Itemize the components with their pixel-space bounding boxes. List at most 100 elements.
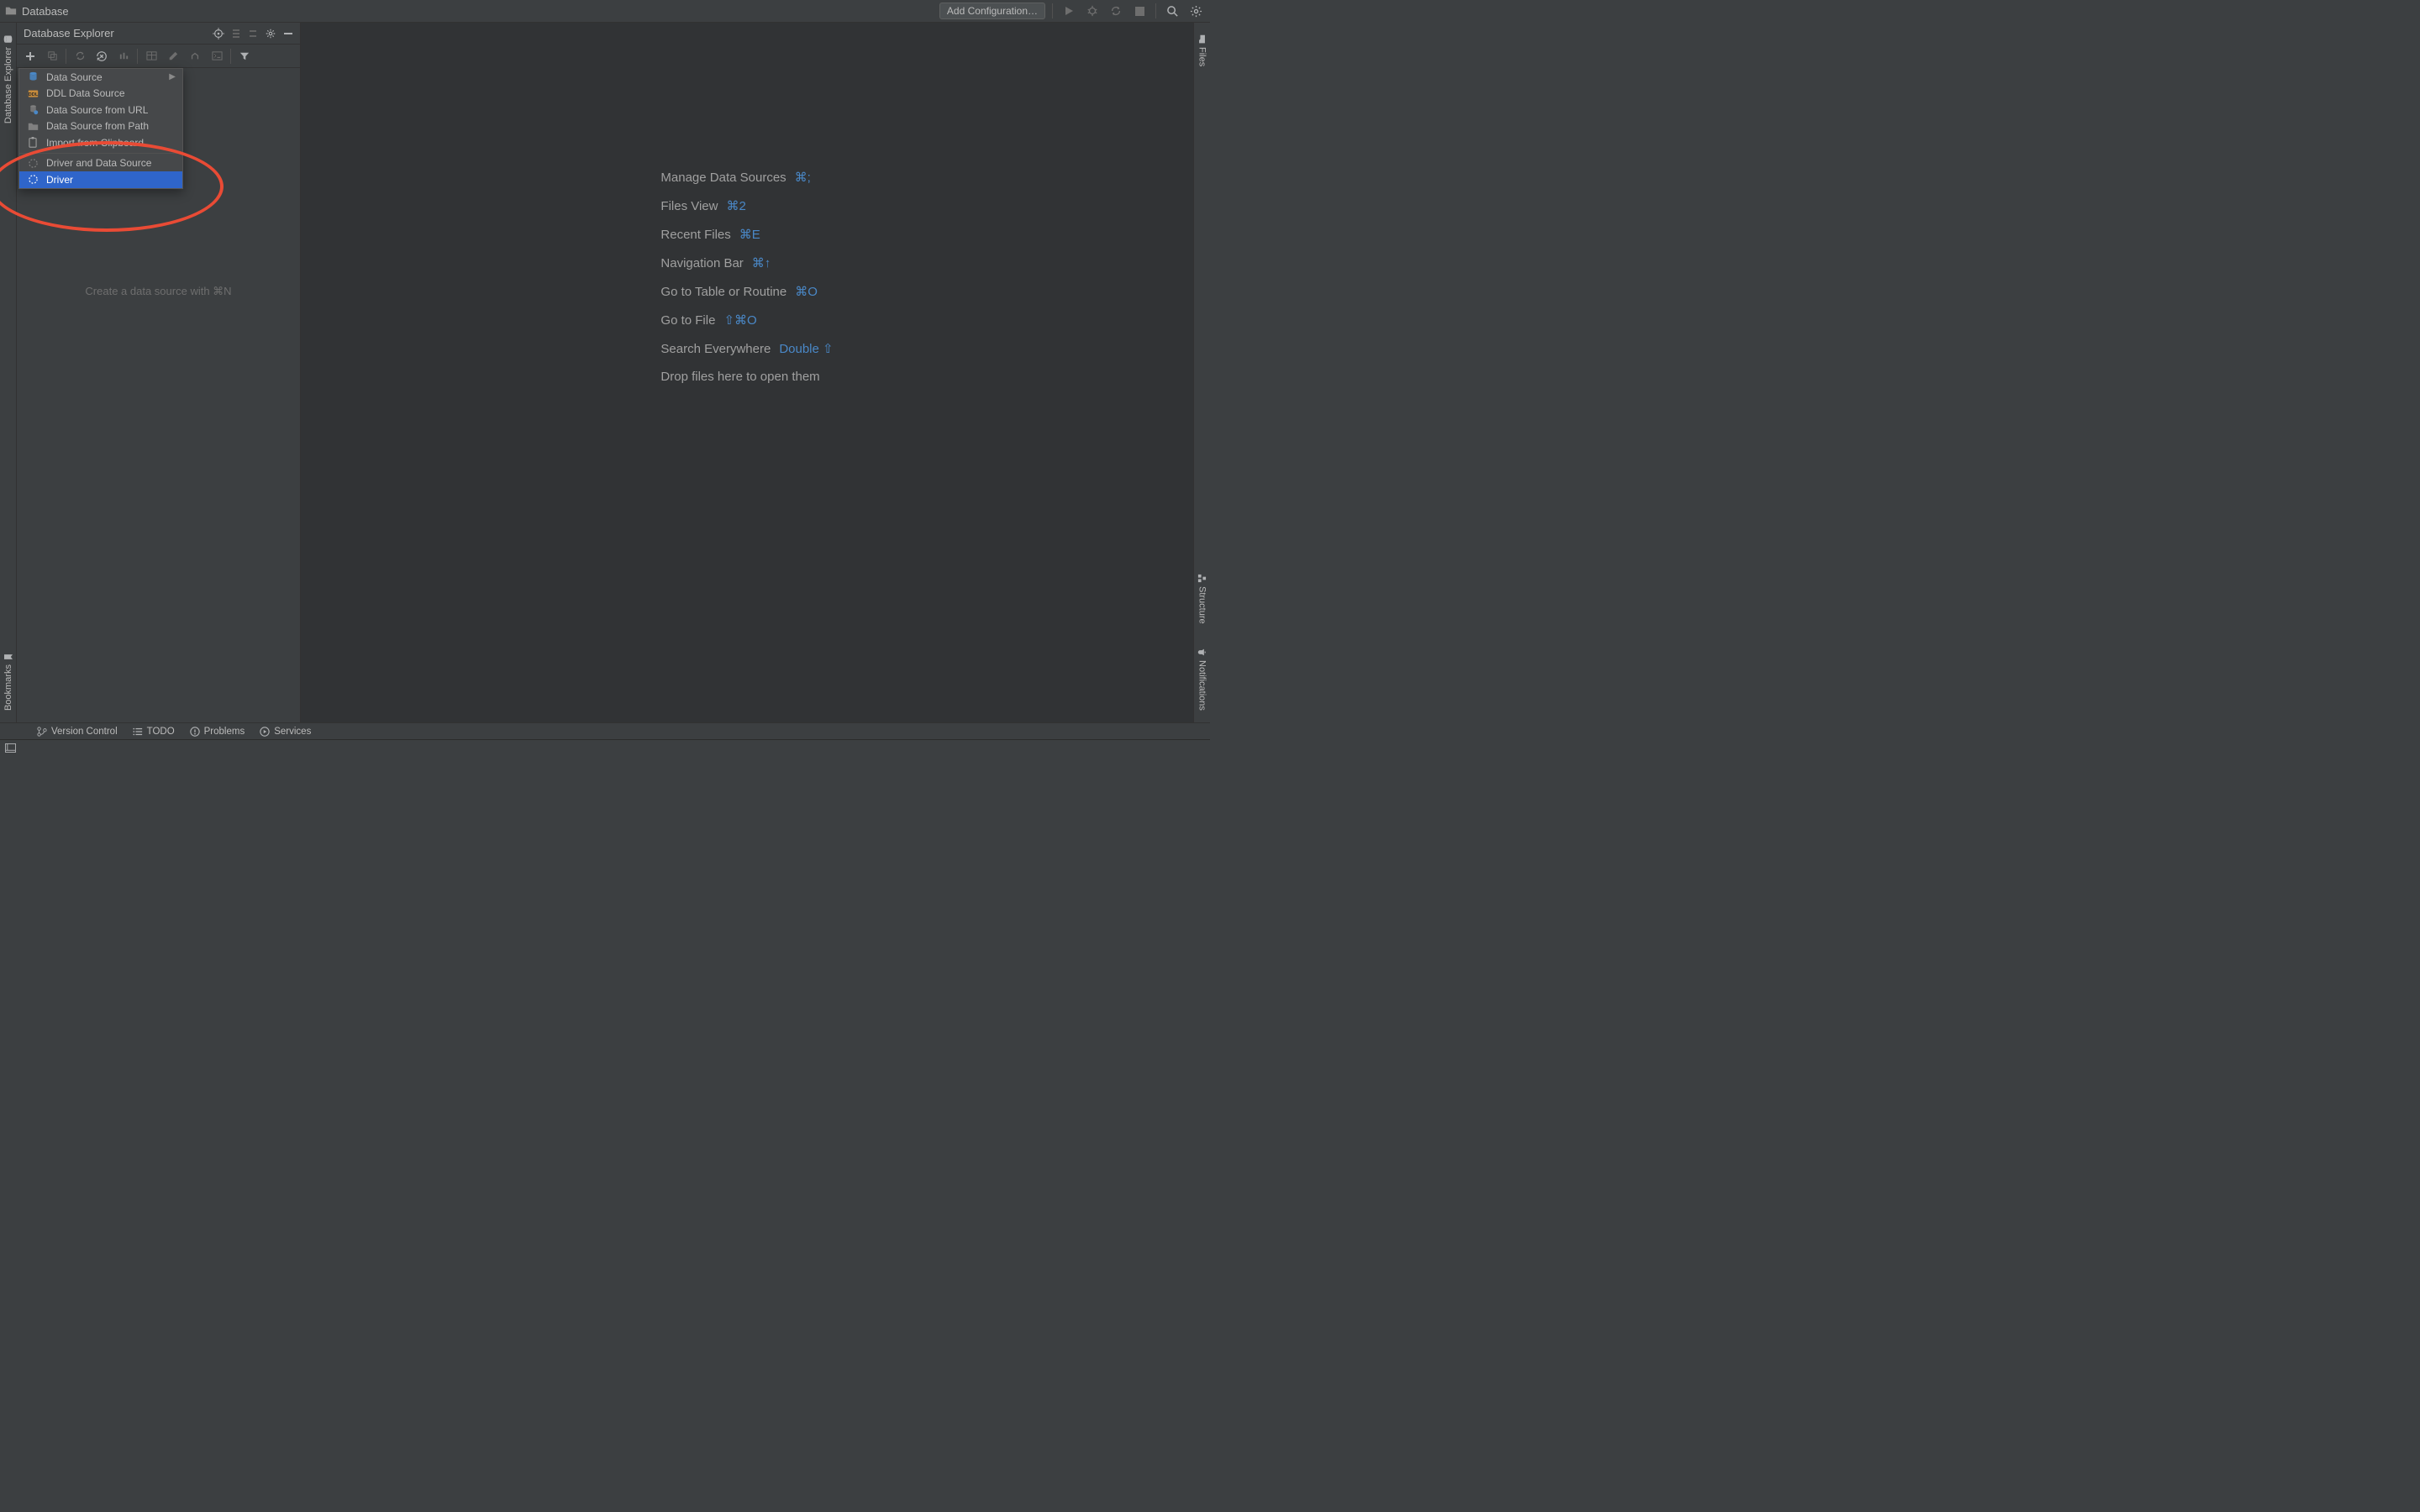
menu-item-label: DDL Data Source xyxy=(46,87,125,99)
rail-tab-files[interactable]: Files xyxy=(1196,28,1209,73)
add-button[interactable] xyxy=(22,48,39,65)
menu-item-import-clipboard[interactable]: Import from Clipboard xyxy=(19,134,182,151)
gear-icon[interactable] xyxy=(265,28,276,39)
svg-text:DDL: DDL xyxy=(28,92,38,97)
expand-icon[interactable] xyxy=(231,28,241,39)
rail-tab-structure[interactable]: Structure xyxy=(1196,567,1209,631)
rail-tab-label: Bookmarks xyxy=(3,664,13,711)
right-tool-rail: Files Structure Notifications xyxy=(1193,23,1210,722)
tab-label: TODO xyxy=(147,727,175,737)
jump-icon[interactable] xyxy=(187,48,203,65)
folder-icon xyxy=(1197,34,1207,44)
menu-item-ddl-data-source[interactable]: DDL DDL Data Source xyxy=(19,86,182,102)
branch-icon xyxy=(37,727,47,737)
database-icon xyxy=(26,71,39,82)
menu-item-data-source-path[interactable]: Data Source from Path xyxy=(19,118,182,135)
tab-services[interactable]: Services xyxy=(260,727,311,737)
console-icon[interactable] xyxy=(208,48,225,65)
ddl-icon: DDL xyxy=(26,89,39,98)
menu-item-label: Data Source xyxy=(46,71,103,83)
shortcut-label: Recent Files xyxy=(660,228,730,242)
shortcut-kbd: ⌘O xyxy=(795,284,818,299)
menu-item-label: Data Source from Path xyxy=(46,120,149,132)
menu-item-label: Data Source from URL xyxy=(46,104,148,116)
shortcut-label: Navigation Bar xyxy=(660,256,743,270)
shortcut-files-view: Files View ⌘2 xyxy=(660,198,833,213)
tab-label: Version Control xyxy=(51,727,118,737)
play-icon xyxy=(260,727,270,737)
separator xyxy=(230,49,231,64)
rail-tab-notifications[interactable]: Notifications xyxy=(1196,641,1209,717)
project-title-text: Database xyxy=(22,5,69,18)
run-icon[interactable] xyxy=(1060,2,1078,20)
shortcut-label: Files View xyxy=(660,199,718,213)
target-icon[interactable] xyxy=(213,28,224,39)
driver-icon xyxy=(26,158,39,169)
shortcut-manage-data-sources: Manage Data Sources ⌘; xyxy=(660,170,833,185)
bell-icon xyxy=(1197,648,1207,657)
shortcut-kbd: ⇧⌘O xyxy=(723,312,756,328)
tab-label: Services xyxy=(274,727,311,737)
shortcut-kbd: ⌘; xyxy=(795,170,811,185)
bottom-tool-bar: Version Control TODO Problems Services xyxy=(0,722,1210,739)
menu-item-driver[interactable]: Driver xyxy=(19,171,182,188)
update-icon[interactable] xyxy=(1107,2,1125,20)
edit-icon[interactable] xyxy=(165,48,182,65)
stop-refresh-icon[interactable] xyxy=(93,48,110,65)
duplicate-icon[interactable] xyxy=(44,48,60,65)
collapse-icon[interactable] xyxy=(248,28,258,39)
list-icon xyxy=(133,727,143,737)
add-configuration-button[interactable]: Add Configuration… xyxy=(939,3,1045,19)
top-bar: Database Add Configuration… xyxy=(0,0,1210,23)
folder-icon xyxy=(5,5,17,17)
stop-icon[interactable] xyxy=(1130,2,1149,20)
status-bar xyxy=(0,739,1210,756)
shortcut-label: Go to Table or Routine xyxy=(660,285,786,299)
separator xyxy=(137,49,138,64)
menu-separator xyxy=(19,153,182,154)
welcome-shortcuts: Manage Data Sources ⌘; Files View ⌘2 Rec… xyxy=(660,170,833,384)
minimize-icon[interactable] xyxy=(283,28,293,39)
structure-icon xyxy=(1197,574,1207,583)
panel-toolbar xyxy=(17,45,300,68)
shortcut-kbd: ⌘2 xyxy=(727,198,746,213)
rail-tab-database-explorer[interactable]: Database Explorer xyxy=(2,28,15,130)
left-tool-rail: Database Explorer Bookmarks xyxy=(0,23,17,722)
shortcut-drop-files: Drop files here to open them xyxy=(660,370,833,384)
divider xyxy=(1052,3,1053,18)
shortcut-label: Manage Data Sources xyxy=(660,171,786,185)
tab-problems[interactable]: Problems xyxy=(190,727,245,737)
menu-item-driver-and-data-source[interactable]: Driver and Data Source xyxy=(19,155,182,172)
shortcut-go-to-table: Go to Table or Routine ⌘O xyxy=(660,284,833,299)
menu-item-data-source[interactable]: Data Source ▶ xyxy=(19,69,182,86)
rail-tab-label: Database Explorer xyxy=(3,47,13,123)
shortcut-navigation-bar: Navigation Bar ⌘↑ xyxy=(660,255,833,270)
shortcut-search-everywhere: Search Everywhere Double ⇧ xyxy=(660,341,833,356)
rail-tab-label: Notifications xyxy=(1197,660,1207,711)
menu-item-label: Import from Clipboard xyxy=(46,137,144,149)
rail-tab-label: Structure xyxy=(1197,586,1207,624)
panel-title: Database Explorer xyxy=(24,27,114,39)
refresh-icon[interactable] xyxy=(71,48,88,65)
tab-version-control[interactable]: Version Control xyxy=(37,727,118,737)
rail-tab-label: Files xyxy=(1197,47,1207,66)
settings-icon[interactable] xyxy=(1186,2,1205,20)
window-icon[interactable] xyxy=(5,743,16,753)
new-datasource-menu: Data Source ▶ DDL DDL Data Source Data S… xyxy=(18,68,183,189)
shortcut-kbd: ⌘↑ xyxy=(752,255,771,270)
driver-icon xyxy=(26,174,39,185)
filter-icon[interactable] xyxy=(236,48,253,65)
table-icon[interactable] xyxy=(143,48,160,65)
rail-tab-bookmarks[interactable]: Bookmarks xyxy=(2,646,15,717)
menu-item-data-source-url[interactable]: Data Source from URL xyxy=(19,102,182,118)
editor-area: Manage Data Sources ⌘; Files View ⌘2 Rec… xyxy=(301,23,1193,722)
shortcut-kbd: ⌘E xyxy=(739,227,760,242)
panel-header: Database Explorer xyxy=(17,23,300,45)
diagnostic-icon[interactable] xyxy=(115,48,132,65)
shortcut-label: Search Everywhere xyxy=(660,342,771,356)
search-icon[interactable] xyxy=(1163,2,1181,20)
shortcut-recent-files: Recent Files ⌘E xyxy=(660,227,833,242)
url-icon xyxy=(26,104,39,115)
tab-todo[interactable]: TODO xyxy=(133,727,175,737)
debug-icon[interactable] xyxy=(1083,2,1102,20)
